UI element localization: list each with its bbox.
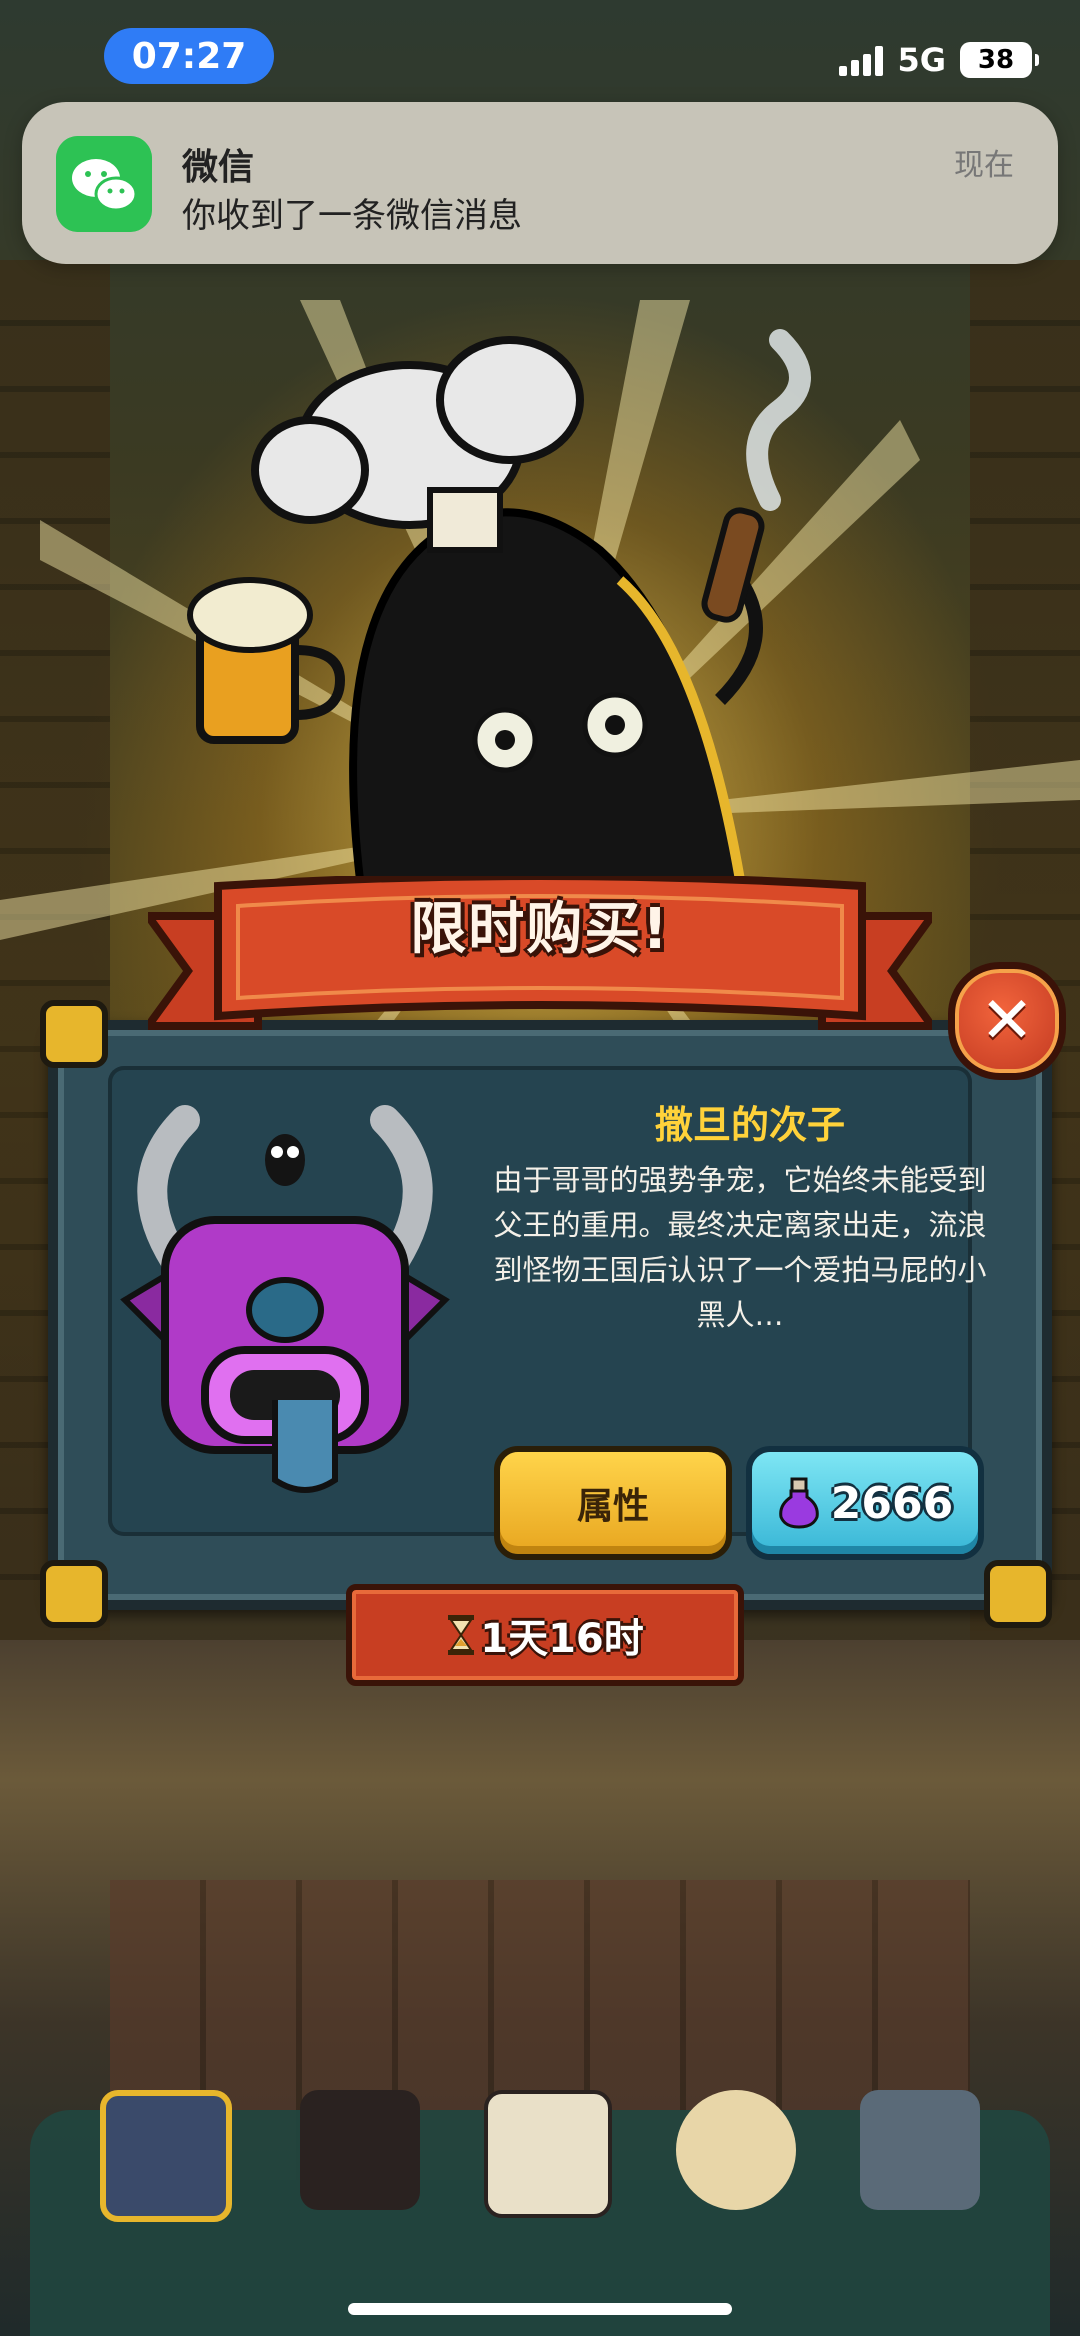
- status-time: 07:27: [104, 28, 274, 84]
- building-icon[interactable]: [100, 2090, 232, 2222]
- panel-corner-ornament: [40, 1000, 108, 1068]
- book-icon[interactable]: [484, 2090, 612, 2218]
- panel-corner-ornament: [40, 1560, 108, 1628]
- network-label: 5G: [897, 41, 946, 79]
- item-description: 由于哥哥的强势争宠，它始终未能受到父王的重用。最终决定离家出走，流浪到怪物王国后…: [493, 1163, 987, 1332]
- close-icon: ✕: [980, 984, 1034, 1058]
- grid-icon[interactable]: [860, 2090, 980, 2210]
- signal-icon: [839, 44, 884, 76]
- battery-icon: 38: [960, 42, 1039, 78]
- hourglass-icon: [448, 1615, 475, 1655]
- close-button[interactable]: ✕: [948, 962, 1066, 1080]
- offer-timer: 1天16时: [346, 1584, 744, 1686]
- timer-label: 1天16时: [480, 1616, 644, 1662]
- item-name: 撒旦的次子: [654, 1103, 845, 1147]
- wechat-icon: [56, 136, 152, 232]
- attributes-button[interactable]: 属性: [494, 1446, 732, 1560]
- notification-app-name: 微信: [182, 147, 255, 188]
- price-label: 2666: [830, 1477, 954, 1529]
- status-indicators: 5G 38: [839, 40, 1039, 80]
- home-indicator[interactable]: [348, 2303, 732, 2315]
- offer-title: 限时购买!: [410, 897, 670, 962]
- panel-corner-ornament: [984, 1560, 1052, 1628]
- purple-potion-icon: [778, 1477, 819, 1529]
- chef-character-illustration: [187, 329, 811, 880]
- monster-icon[interactable]: [300, 2090, 420, 2210]
- monster-illustration: [120, 1105, 450, 1493]
- wechat-notification[interactable]: 微信 你收到了一条微信消息 现在: [22, 102, 1058, 264]
- notification-message: 你收到了一条微信消息: [182, 196, 522, 236]
- purchase-button[interactable]: 2666: [746, 1446, 984, 1560]
- money-bag-icon[interactable]: [676, 2090, 796, 2210]
- notification-time: 现在: [954, 148, 1014, 183]
